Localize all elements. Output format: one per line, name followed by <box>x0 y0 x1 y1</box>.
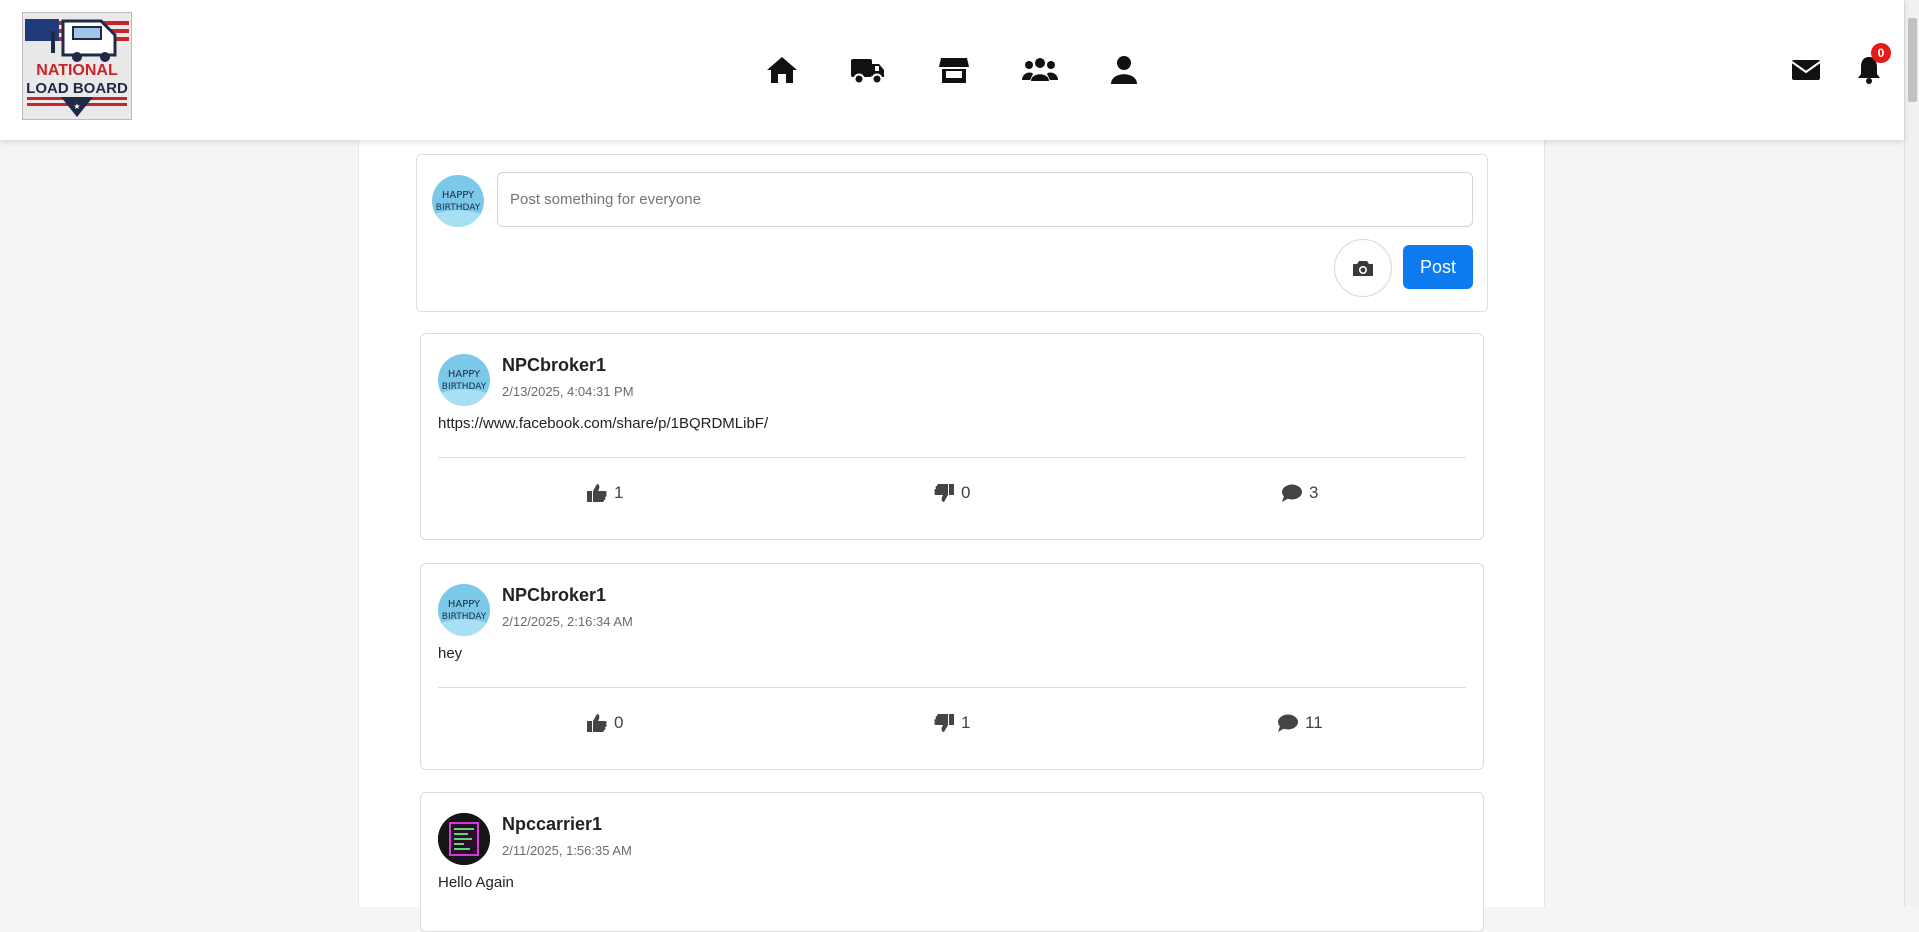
comment-count: 11 <box>1305 713 1323 732</box>
post-timestamp: 2/11/2025, 1:56:35 AM <box>502 843 632 858</box>
envelope-icon[interactable] <box>1786 50 1826 90</box>
main-nav <box>0 50 1904 90</box>
svg-text:HAPPY: HAPPY <box>448 599 481 610</box>
notification-badge: 0 <box>1871 43 1891 63</box>
post-button[interactable]: Post <box>1403 245 1473 289</box>
dislike-button[interactable]: 0 <box>933 480 970 506</box>
comment-button[interactable]: 11 <box>1277 710 1323 736</box>
like-button[interactable]: 1 <box>586 480 623 506</box>
svg-text:BIRTHDAY: BIRTHDAY <box>436 203 481 213</box>
post-timestamp: 2/12/2025, 2:16:34 AM <box>502 614 633 629</box>
feed-column: HAPPY BIRTHDAY Post HAPPY BIRTHDAY NPCbrok… <box>358 140 1545 932</box>
post-body: Hello Again <box>438 874 514 891</box>
comment-count: 3 <box>1309 483 1319 502</box>
composer-avatar: HAPPY BIRTHDAY <box>432 175 484 227</box>
thumbs-down-icon <box>934 714 954 732</box>
add-photo-button[interactable] <box>1334 239 1392 297</box>
thumbs-down-icon <box>934 484 954 502</box>
comment-button[interactable]: 3 <box>1281 480 1318 506</box>
svg-text:HAPPY: HAPPY <box>448 369 481 380</box>
user-icon[interactable] <box>1102 50 1146 90</box>
post-input[interactable] <box>497 172 1473 227</box>
like-count: 1 <box>614 483 624 502</box>
post-body[interactable]: https://www.facebook.com/share/p/1BQRDML… <box>438 415 768 432</box>
store-icon[interactable] <box>932 50 976 90</box>
svg-text:BIRTHDAY: BIRTHDAY <box>442 382 487 392</box>
truck-icon[interactable] <box>846 50 890 90</box>
author-avatar[interactable]: HAPPY BIRTHDAY <box>438 354 490 406</box>
thumbs-up-icon <box>587 714 607 732</box>
page-scrollbar[interactable] <box>1904 0 1919 907</box>
post-author[interactable]: NPCbroker1 <box>502 585 606 606</box>
comment-icon <box>1282 484 1302 502</box>
dislike-count: 0 <box>961 483 971 502</box>
home-icon[interactable] <box>760 50 804 90</box>
post-card: Npccarrier1 2/11/2025, 1:56:35 AM Hello … <box>420 792 1484 932</box>
post-card: HAPPY BIRTHDAY NPCbroker1 2/13/2025, 4:04… <box>420 333 1484 540</box>
post-divider <box>438 687 1466 688</box>
users-icon[interactable] <box>1018 50 1062 90</box>
svg-text:BIRTHDAY: BIRTHDAY <box>442 612 487 622</box>
like-count: 0 <box>614 713 624 732</box>
post-card: HAPPY BIRTHDAY NPCbroker1 2/12/2025, 2:16… <box>420 563 1484 770</box>
svg-text:HAPPY: HAPPY <box>442 190 475 201</box>
post-timestamp: 2/13/2025, 4:04:31 PM <box>502 384 634 399</box>
post-body: hey <box>438 645 463 662</box>
like-button[interactable]: 0 <box>586 710 623 736</box>
post-composer: HAPPY BIRTHDAY Post <box>416 154 1488 312</box>
svg-text:★: ★ <box>73 102 80 111</box>
scrollbar-thumb[interactable] <box>1908 18 1917 102</box>
author-avatar[interactable]: HAPPY BIRTHDAY <box>438 584 490 636</box>
camera-icon <box>1353 261 1373 276</box>
dislike-count: 1 <box>961 713 971 732</box>
post-author[interactable]: Npccarrier1 <box>502 814 602 835</box>
post-divider <box>438 457 1466 458</box>
comment-icon <box>1278 714 1298 732</box>
thumbs-up-icon <box>587 484 607 502</box>
notifications-button[interactable]: 0 <box>1849 43 1891 90</box>
top-navigation-bar: NATIONAL LOAD BOARD ★ 0 <box>0 0 1904 140</box>
post-author[interactable]: NPCbroker1 <box>502 355 606 376</box>
author-avatar[interactable] <box>438 813 490 865</box>
dislike-button[interactable]: 1 <box>933 710 970 736</box>
